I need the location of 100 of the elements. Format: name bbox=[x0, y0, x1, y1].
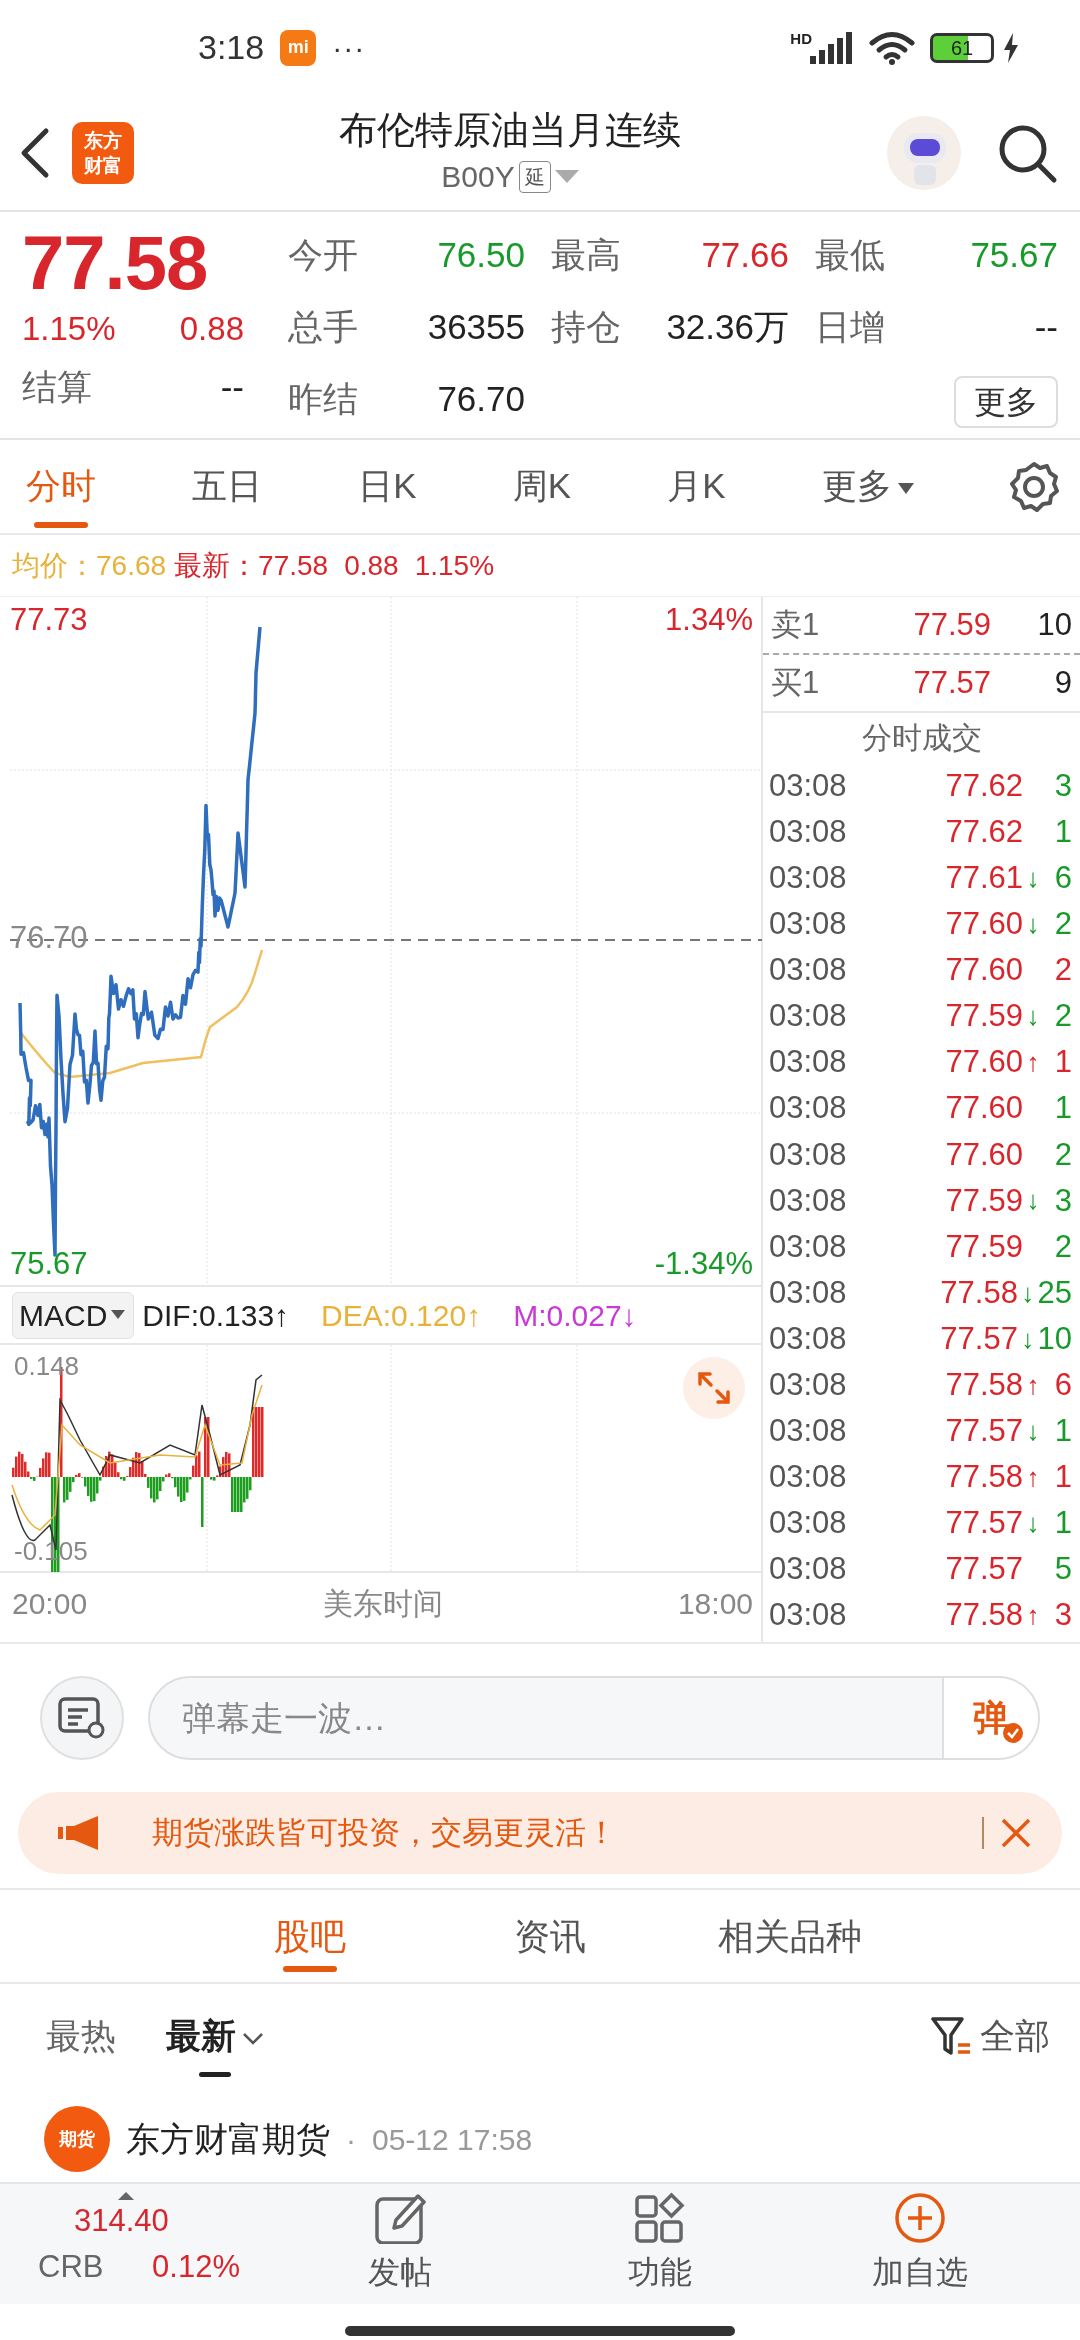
trade-volume: 2 bbox=[1053, 951, 1072, 990]
section-tab[interactable]: 相关品种 bbox=[670, 1890, 910, 1984]
trade-volume: 3 bbox=[1053, 1596, 1072, 1635]
trade-time: 03:08 bbox=[769, 1181, 848, 1220]
trade-volume: 6 bbox=[1053, 859, 1072, 897]
order-price: 77.57 bbox=[912, 663, 991, 702]
wifi-icon bbox=[868, 29, 916, 66]
trade-volume: 1 bbox=[1053, 1089, 1072, 1128]
trade-price: 77.59 bbox=[944, 1181, 1023, 1220]
trade-time: 03:08 bbox=[769, 859, 848, 897]
app-logo: 东方 财富 bbox=[72, 121, 134, 184]
change-percent: 1.15% bbox=[22, 309, 116, 349]
trade-time: 03:08 bbox=[769, 1089, 848, 1128]
chart-tab[interactable]: 更多 bbox=[817, 439, 920, 534]
tick-arrow: ↓ bbox=[1026, 1414, 1040, 1448]
robot-avatar-icon[interactable] bbox=[886, 114, 962, 191]
trade-volume: 1 bbox=[1053, 1043, 1072, 1082]
chart-tab[interactable]: 五日 bbox=[188, 439, 267, 534]
stat-label: 最高 bbox=[551, 234, 621, 276]
send-danmu-button[interactable]: 弹 bbox=[942, 1678, 1038, 1758]
section-tab[interactable]: 股吧 bbox=[190, 1890, 430, 1984]
stat-label: 最低 bbox=[815, 234, 885, 276]
index-change: 0.12% bbox=[152, 2248, 240, 2286]
trade-price: 77.58 bbox=[944, 1366, 1023, 1404]
stat-value: 75.67 bbox=[970, 234, 1058, 276]
trade-time: 03:08 bbox=[769, 1227, 848, 1266]
trade-time: 03:08 bbox=[769, 905, 848, 944]
tick-arrow: ↓ bbox=[1026, 1184, 1040, 1218]
trade-price: 77.60 bbox=[944, 1089, 1023, 1128]
contract-code: B00Y bbox=[441, 159, 515, 195]
chart-tab[interactable]: 周K bbox=[508, 439, 576, 534]
filter-icon bbox=[930, 2015, 972, 2057]
close-button[interactable] bbox=[1000, 1817, 1032, 1849]
trade-price: 77.61 bbox=[944, 859, 1023, 897]
tick-arrow: ↓ bbox=[1026, 907, 1040, 941]
index-value: 314.40 bbox=[73, 2202, 170, 2240]
app-badge: mi bbox=[280, 29, 317, 66]
axis-label: 75.67 bbox=[10, 1247, 88, 1281]
trade-price: 77.62 bbox=[944, 766, 1023, 805]
trade-volume: 5 bbox=[1053, 1550, 1072, 1589]
indicator-dropdown[interactable]: MACD bbox=[12, 1291, 135, 1339]
apps-icon bbox=[634, 2192, 686, 2244]
change-amount: 0.88 bbox=[179, 309, 244, 349]
axis-label: 美东时间 bbox=[322, 1585, 443, 1622]
action-button[interactable]: 加自选 bbox=[790, 2184, 1050, 2304]
tick-arrow: ↓ bbox=[1021, 1322, 1035, 1356]
axis-label: 77.73 bbox=[10, 603, 88, 637]
expand-icon bbox=[697, 1371, 731, 1405]
last-price: 77.58 bbox=[22, 222, 209, 304]
delayed-tag: 延 bbox=[518, 160, 551, 193]
chart-tab[interactable]: 日K bbox=[354, 439, 421, 534]
filter-button[interactable]: 全部 bbox=[930, 2009, 1050, 2063]
stat-value: -- bbox=[220, 366, 244, 408]
trade-price: 77.57 bbox=[944, 1504, 1023, 1543]
more-button[interactable]: 更多 bbox=[954, 376, 1058, 428]
section-title: 分时成交 bbox=[860, 720, 983, 756]
trade-time: 03:08 bbox=[769, 1043, 848, 1082]
trade-price: 77.58 bbox=[939, 1273, 1018, 1312]
trade-time: 03:08 bbox=[769, 812, 848, 851]
trade-price: 77.60 bbox=[944, 905, 1023, 944]
chart-tab[interactable]: 分时 bbox=[22, 439, 100, 534]
tick-arrow: ↓ bbox=[1026, 861, 1040, 895]
action-button[interactable]: 发帖 bbox=[270, 2184, 530, 2304]
trade-price: 77.60 bbox=[944, 951, 1023, 990]
settings-icon[interactable] bbox=[1007, 460, 1060, 513]
trade-time: 03:08 bbox=[769, 951, 848, 990]
stat-value: 76.50 bbox=[437, 234, 525, 276]
axis-label: 18:00 bbox=[677, 1585, 753, 1622]
trade-time: 03:08 bbox=[769, 1366, 848, 1404]
stat-value: 36355 bbox=[427, 306, 525, 348]
trade-price: 77.57 bbox=[944, 1550, 1023, 1589]
sort-tab[interactable]: 最热 bbox=[46, 1991, 116, 2081]
trade-volume: 2 bbox=[1053, 997, 1072, 1036]
stat-label: 今开 bbox=[288, 234, 358, 276]
trade-price: 77.58 bbox=[944, 1596, 1023, 1635]
trade-volume: 2 bbox=[1053, 1135, 1072, 1174]
stat-label: 日增 bbox=[815, 306, 885, 348]
trade-price: 77.62 bbox=[944, 812, 1023, 851]
trade-volume: 1 bbox=[1053, 812, 1072, 851]
trade-time: 03:08 bbox=[769, 1550, 848, 1589]
dea-value: DEA:0.120↑ bbox=[321, 1297, 482, 1334]
danmu-input[interactable]: 弹幕走一波… 弹 bbox=[148, 1676, 1040, 1760]
change-amount: 0.88 bbox=[344, 548, 399, 583]
post-author: 东方财富期货 bbox=[126, 2118, 330, 2160]
dif-value: DIF:0.133↑ bbox=[142, 1297, 290, 1334]
section-tab[interactable]: 资讯 bbox=[430, 1890, 670, 1984]
danmu-settings-icon bbox=[58, 1696, 106, 1740]
action-button[interactable]: 功能 bbox=[530, 2184, 790, 2304]
add-icon bbox=[894, 2192, 946, 2244]
stat-label: 结算 bbox=[22, 366, 92, 408]
order-price: 77.59 bbox=[912, 605, 991, 644]
trade-time: 03:08 bbox=[769, 1458, 848, 1497]
trade-price: 77.60 bbox=[944, 1135, 1023, 1174]
trade-volume: 3 bbox=[1053, 766, 1072, 805]
sort-tab[interactable]: 最新 bbox=[166, 1991, 264, 2081]
tick-arrow: ↑ bbox=[1026, 1460, 1040, 1494]
chart-tab[interactable]: 月K bbox=[663, 439, 730, 534]
stat-value: 32.36万 bbox=[666, 306, 789, 348]
trade-time: 03:08 bbox=[769, 766, 848, 805]
tick-arrow: ↑ bbox=[1026, 1046, 1040, 1080]
